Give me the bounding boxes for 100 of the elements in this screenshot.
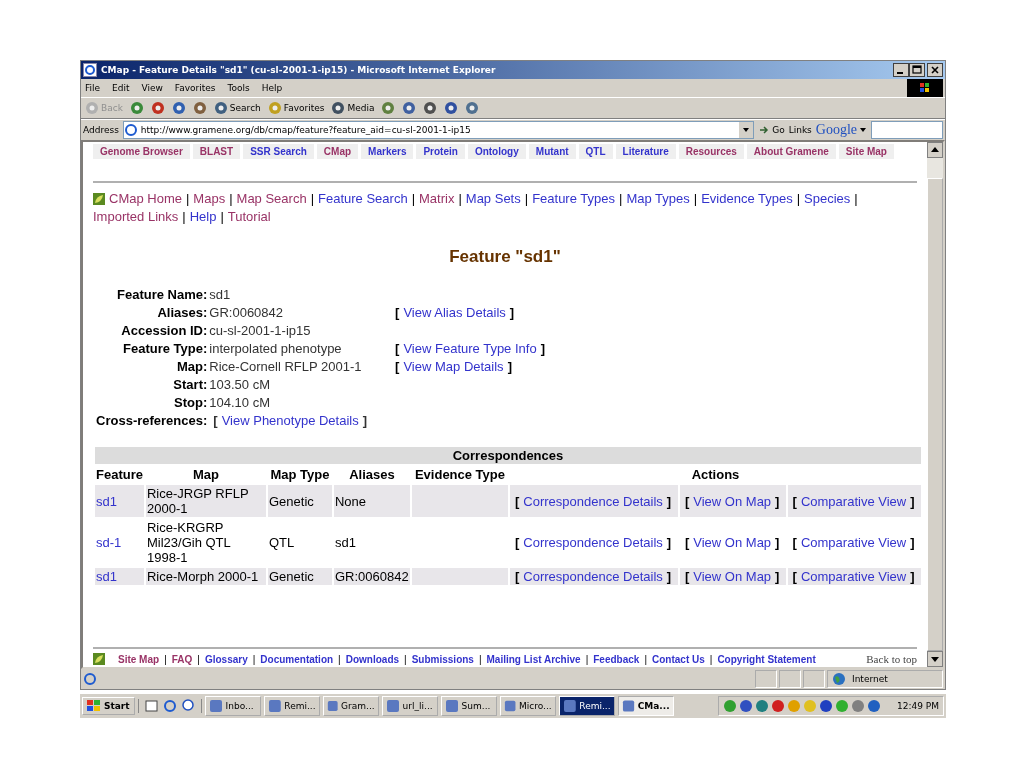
- tray-icon[interactable]: [851, 699, 865, 713]
- site-nav-link[interactable]: About Gramene: [746, 144, 836, 159]
- site-nav-link[interactable]: QTL: [578, 144, 613, 159]
- separator: |: [693, 191, 698, 207]
- taskbar-button[interactable]: url_li...: [381, 696, 438, 716]
- maximize-icon[interactable]: [909, 63, 925, 77]
- field-value: cu-sl-2001-1-ip15: [209, 323, 311, 338]
- site-nav-link[interactable]: CMap: [316, 144, 359, 159]
- footer-link[interactable]: FAQ: [171, 653, 193, 665]
- scroll-thumb[interactable]: [927, 178, 943, 651]
- action-link[interactable]: Comparative View: [800, 535, 907, 550]
- site-nav-link[interactable]: BLAST: [192, 144, 241, 159]
- taskbar-button[interactable]: Gram...: [322, 696, 379, 716]
- taskbar-button[interactable]: Remi...: [558, 696, 615, 716]
- site-nav-link[interactable]: Site Map: [838, 144, 894, 159]
- action-link[interactable]: View On Map: [693, 535, 772, 550]
- menu-item[interactable]: Tools: [227, 83, 250, 93]
- site-nav-link[interactable]: Literature: [615, 144, 676, 159]
- action-link[interactable]: View On Map: [693, 493, 772, 509]
- ie-icon: [83, 63, 97, 77]
- footer-link[interactable]: Mailing List Archive: [486, 653, 581, 665]
- menu-item[interactable]: Edit: [112, 83, 130, 93]
- menu-item[interactable]: Favorites: [174, 83, 216, 93]
- taskbar-button[interactable]: Micro...: [499, 696, 556, 716]
- taskbar-button[interactable]: Remi...: [263, 696, 320, 716]
- action-link[interactable]: Comparative View: [800, 493, 907, 509]
- scroll-down-icon[interactable]: [927, 651, 943, 667]
- footer-link[interactable]: Glossary: [204, 653, 248, 665]
- taskbar-button[interactable]: Sum...: [440, 696, 497, 716]
- taskbar-button[interactable]: Inbo...: [204, 696, 261, 716]
- cmap-nav-link[interactable]: Map Types: [626, 191, 690, 207]
- menu-item[interactable]: Help: [261, 83, 283, 93]
- media-button[interactable]: Media: [331, 101, 375, 115]
- action-link[interactable]: Correspondence Details: [523, 569, 663, 584]
- action-link[interactable]: View On Map: [693, 569, 772, 584]
- action-link[interactable]: Correspondence Details: [523, 535, 663, 550]
- cmap-nav-link[interactable]: Map Search: [236, 191, 307, 207]
- start-button[interactable]: Start: [82, 697, 135, 715]
- close-icon[interactable]: [927, 63, 943, 77]
- site-nav-link[interactable]: Resources: [678, 144, 744, 159]
- footer-link[interactable]: Documentation: [260, 653, 334, 665]
- site-nav-link[interactable]: Markers: [361, 144, 414, 159]
- footer-link[interactable]: Contact Us: [652, 653, 705, 665]
- site-nav-link[interactable]: Ontology: [467, 144, 526, 159]
- tray-icon[interactable]: [771, 699, 785, 713]
- google-button[interactable]: Google: [815, 122, 867, 138]
- separator: |: [197, 653, 200, 665]
- quick-launch-icon[interactable]: [144, 699, 159, 713]
- cmap-nav-link[interactable]: Evidence Types: [701, 191, 793, 207]
- cmap-nav-link[interactable]: Help: [189, 209, 217, 225]
- details-link[interactable]: View Feature Type Info: [403, 341, 537, 356]
- tray-icon[interactable]: [739, 699, 753, 713]
- feature-link[interactable]: sd-1: [96, 535, 122, 550]
- separator: |: [411, 191, 416, 207]
- footer-link[interactable]: Copyright Statement: [717, 653, 816, 665]
- favorites-button[interactable]: Favorites: [267, 101, 325, 115]
- taskbar-button[interactable]: CMa...: [617, 696, 674, 716]
- go-button[interactable]: Go: [758, 124, 785, 136]
- site-nav-link[interactable]: Genome Browser: [93, 144, 190, 159]
- google-search-field[interactable]: [871, 121, 943, 139]
- scroll-up-icon[interactable]: [927, 142, 943, 158]
- bracket: [: [684, 493, 690, 509]
- cmap-nav-link[interactable]: Imported Links: [93, 209, 179, 225]
- cmap-nav-link[interactable]: Maps: [193, 191, 226, 207]
- footer-link[interactable]: Submissions: [411, 653, 474, 665]
- footer-link[interactable]: Site Map: [118, 653, 160, 665]
- cmap-nav-link[interactable]: Map Sets: [465, 191, 521, 207]
- cmap-nav-link[interactable]: Tutorial: [227, 209, 271, 225]
- site-nav-link[interactable]: Protein: [416, 144, 465, 159]
- separator: |: [404, 653, 407, 665]
- details-link[interactable]: View Map Details: [403, 359, 504, 374]
- app-icon: [208, 699, 223, 713]
- column-header: Aliases: [348, 466, 396, 483]
- action-link[interactable]: Correspondence Details: [523, 493, 663, 509]
- footer-link[interactable]: Downloads: [345, 653, 400, 665]
- quick-launch-icon[interactable]: [162, 699, 177, 713]
- tray-icon[interactable]: [819, 699, 833, 713]
- site-nav-link[interactable]: Mutant: [528, 144, 576, 159]
- cmap-nav-link[interactable]: Feature Types: [532, 191, 615, 207]
- details-link[interactable]: View Alias Details: [403, 305, 506, 320]
- bracket: ]: [775, 493, 780, 509]
- links-button[interactable]: Links: [788, 125, 812, 135]
- minimize-icon[interactable]: [893, 63, 909, 77]
- details-link[interactable]: View Phenotype Details: [221, 413, 359, 428]
- menu-item[interactable]: File: [85, 83, 101, 93]
- tray-icon[interactable]: [867, 699, 881, 713]
- footer-link[interactable]: Feedback: [593, 653, 640, 665]
- site-nav-link[interactable]: SSR Search: [243, 144, 314, 159]
- cmap-nav-link[interactable]: Matrix: [419, 191, 455, 207]
- tray-icon[interactable]: [755, 699, 769, 713]
- cmap-nav-link[interactable]: Species: [804, 191, 851, 207]
- cmap-nav-link[interactable]: Feature Search: [318, 191, 408, 207]
- action-link[interactable]: Comparative View: [800, 569, 907, 584]
- cmap-nav-link[interactable]: CMap Home: [109, 191, 182, 207]
- field-value: 104.10 cM: [209, 395, 270, 410]
- address-field[interactable]: http://www.gramene.org/db/cmap/feature?feature_aid=cu-sl-2001-1-ip15: [122, 121, 755, 139]
- search-button[interactable]: Search: [213, 101, 261, 115]
- back-to-top-link[interactable]: Back to top: [866, 653, 917, 665]
- quick-launch-icon[interactable]: [180, 699, 195, 713]
- menu-item[interactable]: View: [141, 83, 163, 93]
